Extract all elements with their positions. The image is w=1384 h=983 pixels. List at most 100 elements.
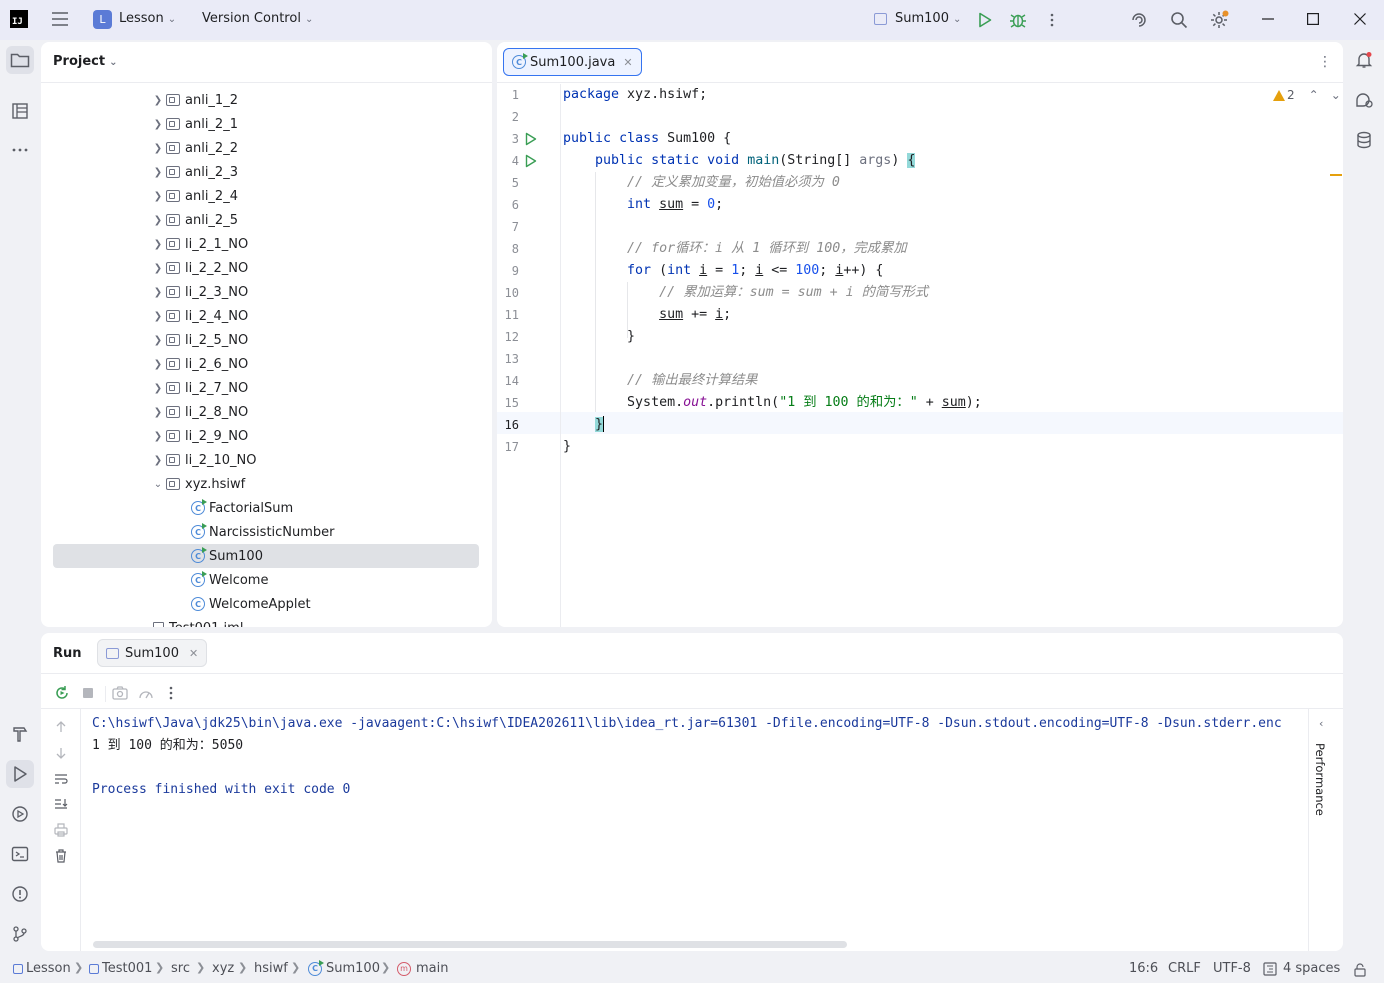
tree-item[interactable]: ❯ anli_2_4 [150, 184, 238, 208]
terminal-icon[interactable] [6, 840, 34, 868]
warning-stripe-mark[interactable] [1330, 174, 1342, 176]
structure-tool-icon[interactable] [6, 97, 34, 125]
rerun-icon[interactable] [52, 683, 72, 703]
maximize-icon[interactable] [1303, 9, 1323, 29]
tree-item[interactable]: ❯ anli_2_1 [150, 112, 238, 136]
tree-item[interactable]: ❯ li_2_6_NO [150, 352, 248, 376]
tree-item[interactable]: ❯ li_2_9_NO [150, 424, 248, 448]
search-icon[interactable] [1168, 9, 1190, 31]
run-tab-sum100[interactable]: Sum100 ✕ [97, 639, 208, 667]
scroll-to-end-icon[interactable] [51, 794, 71, 814]
lock-icon[interactable] [1352, 962, 1368, 978]
chevron-right-icon[interactable]: ❯ [150, 119, 166, 130]
line-separator[interactable]: CRLF [1168, 961, 1201, 976]
tree-item[interactable]: ❯ li_2_3_NO [150, 280, 248, 304]
tree-item[interactable]: ❯ anli_2_5 [150, 208, 238, 232]
console-horizontal-scrollbar[interactable] [93, 941, 847, 948]
camera-icon[interactable] [110, 683, 130, 703]
arrow-down-icon[interactable] [51, 743, 71, 763]
arrow-up-icon[interactable] [51, 717, 71, 737]
chevron-right-icon[interactable]: ❯ [150, 263, 166, 274]
console-output[interactable]: C:\hsiwf\Java\jdk25\bin\java.exe -javaag… [92, 713, 1308, 801]
tree-item[interactable]: ❯ li_2_4_NO [150, 304, 248, 328]
vcs-widget[interactable]: Version Control ⌄ [202, 11, 313, 26]
run-icon[interactable] [974, 9, 996, 31]
tree-item[interactable]: Test001.iml [153, 616, 243, 627]
tree-item[interactable]: ❯ anli_2_2 [150, 136, 238, 160]
tree-item[interactable]: ❯ anli_1_2 [150, 88, 238, 112]
breadcrumb-main[interactable]: m main [397, 961, 448, 976]
caret-position[interactable]: 16:6 [1129, 961, 1158, 976]
project-tool-icon[interactable] [6, 46, 34, 74]
tree-item[interactable]: ❯ li_2_1_NO [150, 232, 248, 256]
project-badge[interactable]: L [93, 10, 112, 29]
minimize-icon[interactable] [1258, 9, 1278, 29]
profiler-gauge-icon[interactable] [136, 683, 156, 703]
more-actions-icon[interactable] [163, 683, 179, 703]
chevron-down-icon[interactable]: ⌄ [150, 479, 166, 490]
build-hammer-icon[interactable] [6, 720, 34, 748]
main-menu-icon[interactable] [48, 7, 72, 31]
more-actions-icon[interactable] [1042, 9, 1062, 31]
tree-item[interactable]: C WelcomeApplet [191, 592, 311, 616]
tree-item[interactable]: C NarcissisticNumber [191, 520, 335, 544]
breadcrumb-src[interactable]: src [171, 961, 190, 976]
gutter-run-icon[interactable] [525, 132, 539, 146]
breadcrumb-test001[interactable]: Test001 [89, 961, 152, 976]
inspection-widget[interactable]: 2 ⌃ ⌄ [1273, 88, 1341, 102]
breadcrumb-sum100[interactable]: C Sum100 [308, 959, 380, 976]
stop-icon[interactable] [78, 683, 98, 703]
chevron-right-icon[interactable]: ❯ [150, 407, 166, 418]
performance-side-panel[interactable]: ‹ Performance [1308, 709, 1343, 951]
chevron-up-icon[interactable]: ⌃ [1309, 88, 1319, 102]
database-icon[interactable] [1350, 126, 1378, 154]
tree-item[interactable]: ❯ anli_2_3 [150, 160, 238, 184]
chevron-right-icon[interactable]: ❯ [150, 167, 166, 178]
run-config-selector[interactable]: Sum100 ⌄ [895, 11, 961, 26]
intellij-logo[interactable]: IJ [10, 10, 28, 28]
gutter-run-icon[interactable] [525, 154, 539, 168]
breadcrumb-hsiwf[interactable]: hsiwf [254, 961, 288, 976]
chevron-down-icon[interactable]: ⌄ [1331, 88, 1341, 102]
tree-item[interactable]: ❯ li_2_5_NO [150, 328, 248, 352]
close-tab-icon[interactable]: ✕ [189, 647, 198, 660]
chevron-right-icon[interactable]: ❯ [150, 95, 166, 106]
chevron-right-icon[interactable]: ❯ [150, 455, 166, 466]
chevron-right-icon[interactable]: ❯ [150, 359, 166, 370]
tree-item[interactable]: C Sum100 [53, 544, 479, 568]
notifications-bell-icon[interactable] [1350, 46, 1378, 74]
more-tools-icon[interactable] [6, 136, 34, 164]
project-switcher[interactable]: Lesson ⌄ [119, 11, 176, 26]
chevron-right-icon[interactable]: ❯ [150, 431, 166, 442]
editor-gutter[interactable]: 1 2 3 4 5 6 7 8 9 10 11 12 13 14 15 16 17 [497, 84, 561, 627]
tree-item[interactable]: ❯ li_2_7_NO [150, 376, 248, 400]
tree-item[interactable]: ❯ li_2_10_NO [150, 448, 257, 472]
problems-icon[interactable] [6, 880, 34, 908]
editor-more-icon[interactable]: ⋮ [1318, 54, 1332, 70]
print-icon[interactable] [51, 820, 71, 840]
services-icon[interactable] [6, 800, 34, 828]
chevron-right-icon[interactable]: ❯ [150, 311, 166, 322]
close-tab-icon[interactable]: ✕ [623, 56, 632, 69]
breadcrumb-xyz[interactable]: xyz [212, 961, 234, 976]
clear-trash-icon[interactable] [51, 846, 71, 866]
chevron-right-icon[interactable]: ❯ [150, 287, 166, 298]
chevron-right-icon[interactable]: ❯ [150, 191, 166, 202]
settings-gear-icon[interactable] [1207, 8, 1231, 32]
close-window-icon[interactable] [1350, 9, 1370, 29]
tree-item[interactable]: ⌄ xyz.hsiwf [150, 472, 245, 496]
project-panel-title[interactable]: Project ⌄ [53, 54, 117, 69]
soft-wrap-icon[interactable] [51, 769, 71, 789]
tree-item[interactable]: ❯ li_2_8_NO [150, 400, 248, 424]
chevron-right-icon[interactable]: ❯ [150, 215, 166, 226]
run-tool-icon[interactable] [6, 760, 34, 788]
chevron-right-icon[interactable]: ❯ [150, 335, 166, 346]
tree-item[interactable]: ❯ li_2_2_NO [150, 256, 248, 280]
ai-assistant-icon[interactable] [1128, 9, 1150, 31]
chevron-right-icon[interactable]: ❯ [150, 239, 166, 250]
ai-chat-icon[interactable] [1350, 86, 1378, 114]
chevron-right-icon[interactable]: ❯ [150, 143, 166, 154]
tree-item[interactable]: C FactorialSum [191, 496, 293, 520]
debug-icon[interactable] [1007, 9, 1029, 31]
file-encoding[interactable]: UTF-8 [1213, 961, 1251, 976]
